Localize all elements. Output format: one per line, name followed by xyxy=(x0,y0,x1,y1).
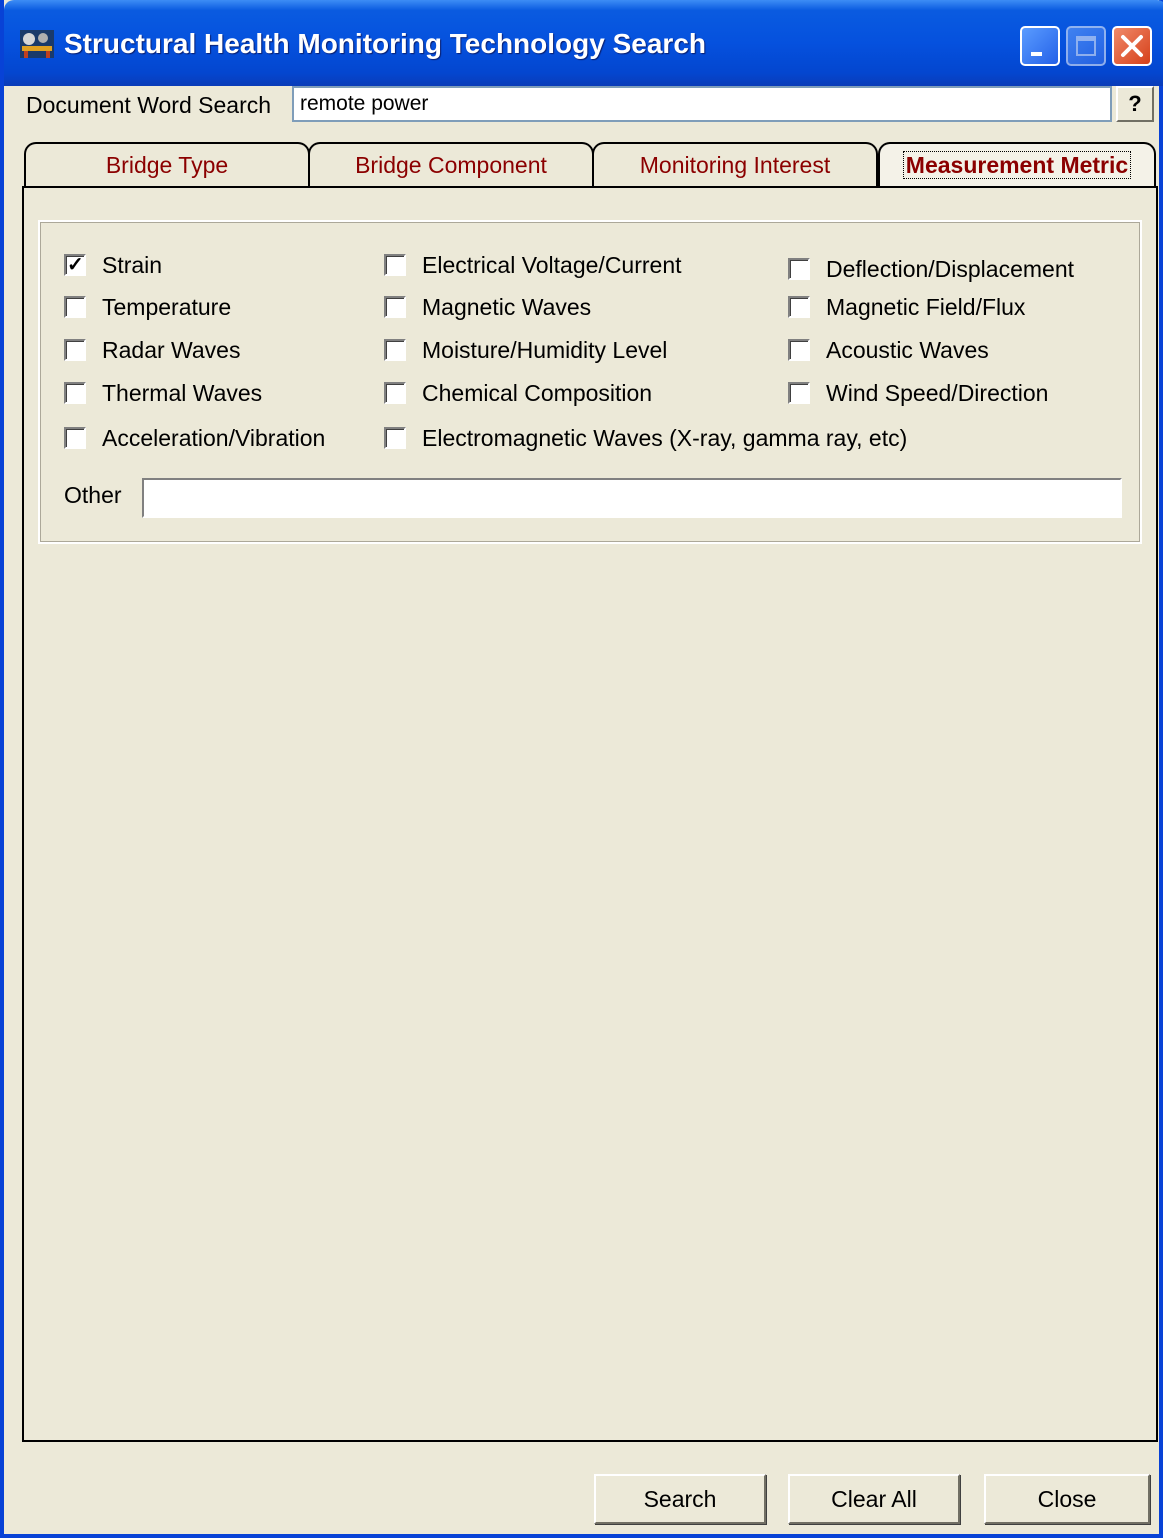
title-bar[interactable]: Structural Health Monitoring Technology … xyxy=(4,0,1163,86)
checkbox-box[interactable] xyxy=(384,382,406,404)
checkbox-label: Acceleration/Vibration xyxy=(102,425,326,451)
checkbox-label: Temperature xyxy=(102,294,232,320)
checkbox-box[interactable] xyxy=(788,382,810,404)
measurement-metric-panel: ✓ Strain Temperature Radar Waves Thermal… xyxy=(22,186,1158,1442)
tab-label: Bridge Component xyxy=(355,152,547,178)
checkbox-label: Radar Waves xyxy=(102,337,241,363)
tab-monitoring-interest[interactable]: Monitoring Interest xyxy=(592,142,878,186)
tab-label: Bridge Type xyxy=(105,152,229,178)
checkbox-label: Electromagnetic Waves (X-ray, gamma ray,… xyxy=(422,425,908,451)
tab-bridge-component[interactable]: Bridge Component xyxy=(308,142,594,186)
search-label: Document Word Search xyxy=(26,92,272,118)
checkbox-box[interactable]: ✓ xyxy=(64,254,86,276)
window-title: Structural Health Monitoring Technology … xyxy=(64,28,706,59)
checkbox-label: Thermal Waves xyxy=(102,380,263,406)
maximize-icon xyxy=(1076,36,1096,56)
checkbox-label: Magnetic Waves xyxy=(422,294,592,320)
checkbox-label: Strain xyxy=(102,252,163,278)
checkbox-box[interactable] xyxy=(64,382,86,404)
checkbox-label: Chemical Composition xyxy=(422,380,653,406)
metric-checkbox-group: ✓ Strain Temperature Radar Waves Thermal… xyxy=(38,220,1142,544)
app-window: Structural Health Monitoring Technology … xyxy=(0,0,1163,1538)
help-button[interactable]: ? xyxy=(1116,86,1154,122)
checkbox-box[interactable] xyxy=(384,296,406,318)
checkbox-box[interactable] xyxy=(788,296,810,318)
checkbox-label: Deflection/Displacement xyxy=(826,256,1075,282)
checkbox-box[interactable] xyxy=(788,339,810,361)
checkbox-label: Acoustic Waves xyxy=(826,337,989,363)
checkbox-label: Wind Speed/Direction xyxy=(826,380,1049,406)
minimize-button[interactable] xyxy=(1020,26,1060,66)
tab-measurement-metric[interactable]: Measurement Metric xyxy=(878,142,1156,188)
other-input[interactable] xyxy=(142,478,1122,518)
search-button[interactable]: Search xyxy=(594,1474,766,1524)
checkbox-box[interactable] xyxy=(788,258,810,280)
checkbox-label: Electrical Voltage/Current xyxy=(422,252,682,278)
checkbox-box[interactable] xyxy=(64,427,86,449)
close-window-button[interactable] xyxy=(1112,26,1152,66)
maximize-button[interactable] xyxy=(1066,26,1106,66)
checkbox-box[interactable] xyxy=(384,427,406,449)
tab-bridge-type[interactable]: Bridge Type xyxy=(24,142,310,186)
other-label: Other xyxy=(64,482,122,508)
check-icon: ✓ xyxy=(67,254,84,276)
bridge-app-icon xyxy=(20,30,54,58)
checkbox-box[interactable] xyxy=(64,339,86,361)
minimize-icon xyxy=(1031,52,1042,56)
checkbox-box[interactable] xyxy=(384,339,406,361)
checkbox-label: Moisture/Humidity Level xyxy=(422,337,668,363)
tab-label: Measurement Metric xyxy=(902,151,1132,179)
close-icon xyxy=(1121,35,1143,57)
close-button[interactable]: Close xyxy=(984,1474,1150,1524)
document-word-search-input[interactable] xyxy=(292,86,1112,122)
tab-label: Monitoring Interest xyxy=(639,152,831,178)
checkbox-label: Magnetic Field/Flux xyxy=(826,294,1026,320)
tab-strip: Bridge Type Bridge Component Monitoring … xyxy=(22,142,1158,188)
checkbox-box[interactable] xyxy=(384,254,406,276)
search-row: Document Word Search ? xyxy=(4,86,1159,126)
checkbox-box[interactable] xyxy=(64,296,86,318)
clear-all-button[interactable]: Clear All xyxy=(788,1474,960,1524)
